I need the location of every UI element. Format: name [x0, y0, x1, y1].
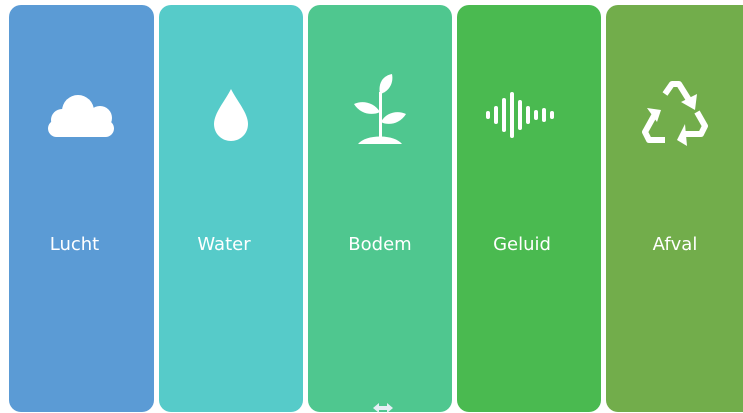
droplet-icon [159, 80, 303, 150]
tile-bodem[interactable]: Bodem [308, 5, 452, 412]
recycle-icon [606, 80, 743, 150]
tile-label: Lucht [49, 234, 100, 255]
tile-lucht[interactable]: Lucht [9, 5, 154, 412]
category-tiles: Lucht Water Bodem Geluid Afval [0, 0, 743, 413]
tile-label: Bodem [348, 234, 412, 255]
cloud-icon [9, 80, 154, 150]
tile-label: Water [197, 234, 251, 255]
tile-geluid[interactable]: Geluid [457, 5, 601, 412]
tile-water[interactable]: Water [159, 5, 303, 412]
tile-label: Geluid [493, 234, 551, 255]
horizontal-resize-icon[interactable] [372, 402, 394, 413]
tile-afval[interactable]: Afval [606, 5, 743, 412]
tile-label: Afval [652, 234, 698, 255]
plant-icon [308, 73, 452, 144]
sound-wave-icon [457, 80, 601, 150]
